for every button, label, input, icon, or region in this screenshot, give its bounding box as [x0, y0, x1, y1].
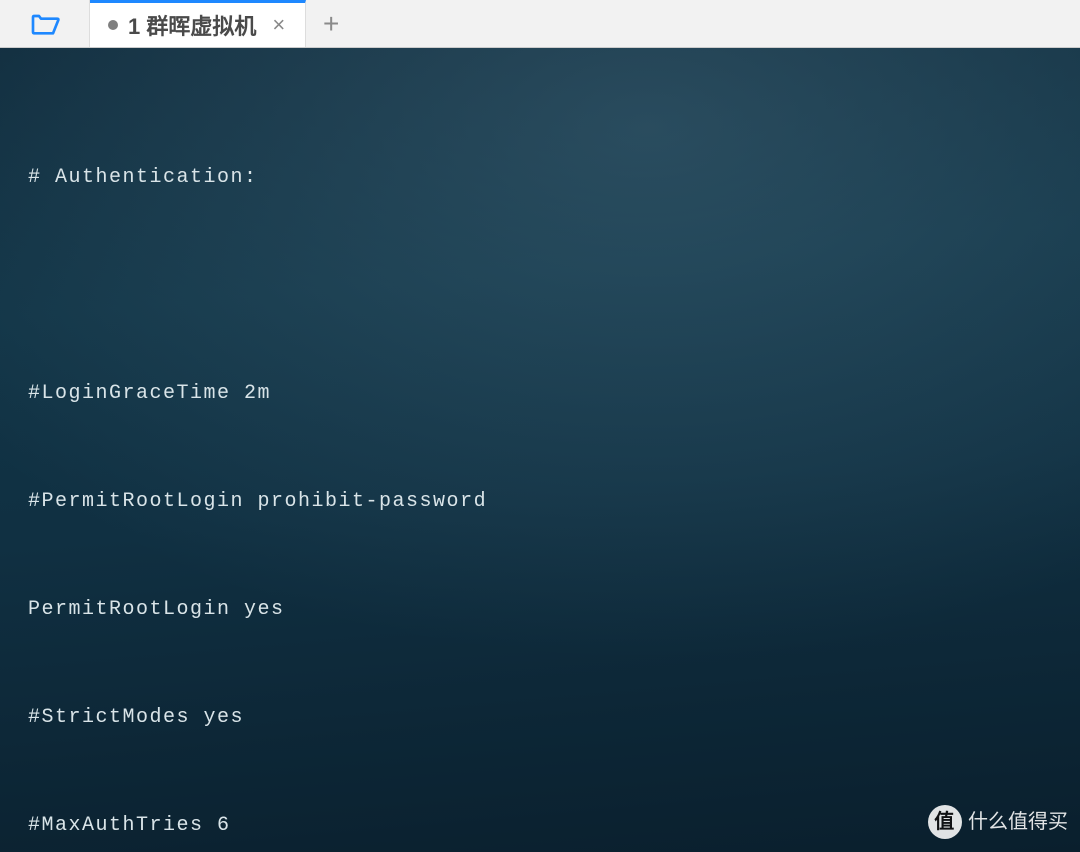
- terminal-line: [28, 268, 1080, 304]
- new-tab-button[interactable]: +: [306, 0, 356, 47]
- tab-active[interactable]: 1 群晖虚拟机 ×: [90, 0, 306, 47]
- tab-bar: 1 群晖虚拟机 × +: [0, 0, 1080, 48]
- terminal-line: #LoginGraceTime 2m: [28, 376, 1080, 412]
- terminal-view[interactable]: # Authentication: #LoginGraceTime 2m #Pe…: [0, 48, 1080, 852]
- terminal-line: #PermitRootLogin prohibit-password: [28, 484, 1080, 520]
- folder-open-icon: [29, 8, 61, 40]
- watermark-text: 什么值得买: [968, 804, 1068, 840]
- terminal-line: #MaxAuthTries 6: [28, 808, 1080, 844]
- close-tab-button[interactable]: ×: [268, 12, 289, 38]
- terminal-line: # Authentication:: [28, 160, 1080, 196]
- watermark: 值 什么值得买: [928, 804, 1068, 840]
- terminal-line: PermitRootLogin yes: [28, 592, 1080, 628]
- terminal-line: #StrictModes yes: [28, 700, 1080, 736]
- tab-label: 1 群晖虚拟机: [128, 9, 256, 41]
- watermark-badge-icon: 值: [928, 805, 962, 839]
- modified-dot-icon: [108, 20, 118, 30]
- open-folder-button[interactable]: [0, 0, 90, 47]
